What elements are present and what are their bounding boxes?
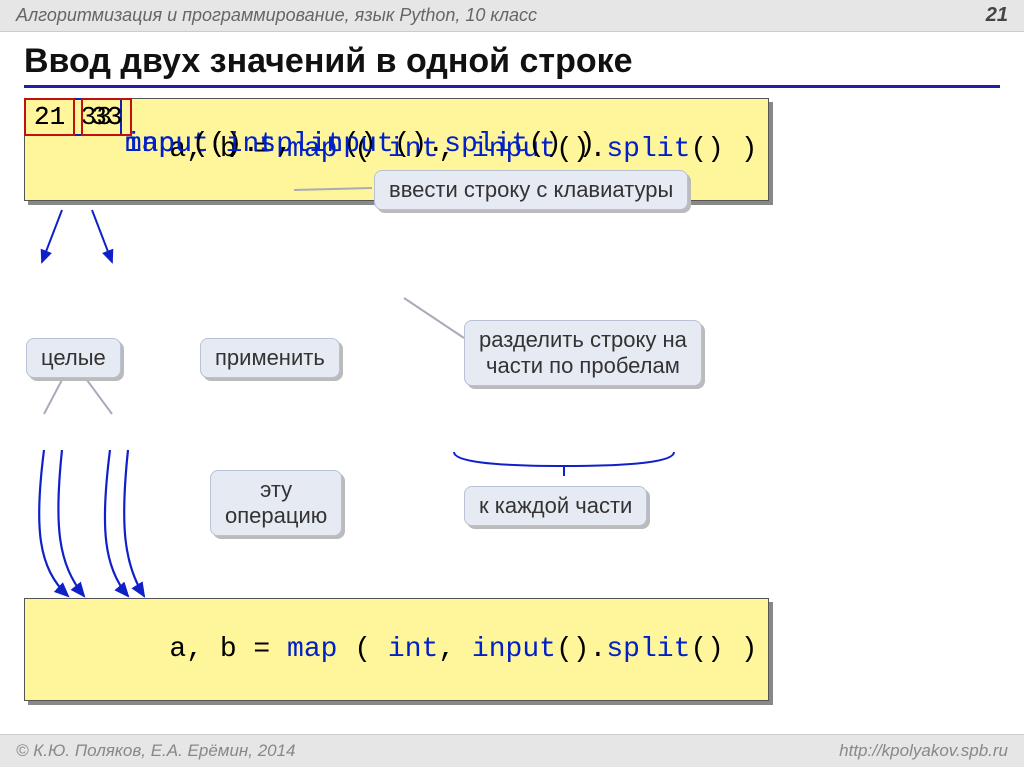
page-title: Ввод двух значений в одной строке	[24, 42, 1000, 81]
row2-callout: разделить строку на части по пробелам	[464, 320, 702, 386]
row3-code: map ( int, input().split() )	[24, 98, 595, 191]
header-page: 21	[986, 4, 1008, 27]
footer-bar: © К.Ю. Поляков, Е.А. Ерёмин, 2014 http:/…	[0, 734, 1024, 767]
tag-apply: применить	[200, 338, 340, 378]
header-bar: Алгоритмизация и программирование, язык …	[0, 0, 1024, 32]
footer-right: http://kpolyakov.spb.ru	[839, 741, 1008, 761]
title-rule	[24, 85, 1000, 88]
tag-each: к каждой части	[464, 486, 647, 526]
stage: a, b = map ( int, input().split() ) 21 3…	[24, 98, 1000, 698]
header-subject: Алгоритмизация и программирование, язык …	[16, 5, 537, 26]
code-main-bottom: a, b = map ( int, input().split() )	[24, 598, 769, 701]
footer-left: © К.Ю. Поляков, Е.А. Ерёмин, 2014	[16, 741, 296, 761]
tag-op: эту операцию	[210, 470, 342, 536]
tag-int: целые	[26, 338, 121, 378]
